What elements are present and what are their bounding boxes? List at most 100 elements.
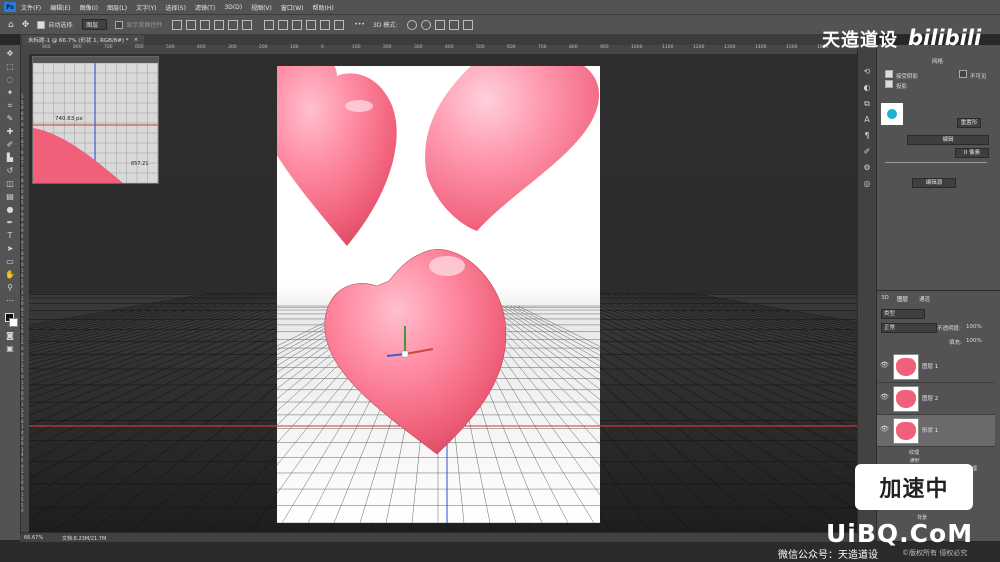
history-icon[interactable]: ⟲ xyxy=(862,67,872,77)
depth-value-field[interactable]: 0 像素 xyxy=(955,148,989,158)
edit-source-button[interactable]: 编辑源 xyxy=(912,178,956,188)
brush-settings-icon[interactable]: ✐ xyxy=(862,147,872,157)
eraser-tool-icon[interactable]: ◫ xyxy=(5,179,15,188)
ruler-tick-label: 0 xyxy=(21,480,24,486)
auto-select-checkbox[interactable]: 自动选择: xyxy=(37,20,74,29)
ruler-tick-label: 1 xyxy=(21,245,24,251)
layer-row[interactable]: 👁 图层 2 xyxy=(877,383,995,415)
eye-icon[interactable]: 👁 xyxy=(880,361,889,369)
layer-row[interactable]: 👁 图层 1 xyxy=(877,351,995,383)
tab-3d[interactable]: 3D xyxy=(881,295,889,301)
lasso-tool-icon[interactable]: ◌ xyxy=(5,75,15,84)
menu-3d[interactable]: 3D(D) xyxy=(224,4,242,11)
home-icon[interactable]: ⌂ xyxy=(8,20,14,30)
move-tool-icon[interactable]: ✥ xyxy=(22,20,30,30)
shape-preview[interactable] xyxy=(881,103,903,125)
eye-icon[interactable]: 👁 xyxy=(880,425,889,433)
navigator-preview[interactable]: 740.63 px 657.21 xyxy=(32,56,159,184)
gradient-tool-icon[interactable]: ▤ xyxy=(5,192,15,201)
screen-mode-icon[interactable]: ▣ xyxy=(5,344,15,353)
tab-layers[interactable]: 图层 xyxy=(897,295,908,303)
ruler-tick-label: 0 xyxy=(21,222,24,228)
layer-name[interactable]: 图层 2 xyxy=(922,394,938,402)
adjustments-icon[interactable]: ◐ xyxy=(862,83,872,93)
opacity-value[interactable]: 100% xyxy=(966,324,982,330)
ruler-tick-label: 700 xyxy=(104,45,113,50)
depth-slider[interactable] xyxy=(885,162,987,163)
cast-shadow-checkbox[interactable]: 投影 xyxy=(885,80,907,90)
eyedropper-icon[interactable]: ✎ xyxy=(5,114,15,123)
zoom-level[interactable]: 66.67% xyxy=(24,535,43,541)
healing-brush-icon[interactable]: ✚ xyxy=(5,127,15,136)
layer-name[interactable]: 图层 1 xyxy=(922,362,938,370)
ruler-tick-label: 100 xyxy=(290,45,299,50)
layer-kind-filter[interactable]: 类型 xyxy=(881,309,925,319)
menu-image[interactable]: 图像(I) xyxy=(80,3,98,12)
path-select-icon[interactable]: ➤ xyxy=(5,244,15,253)
layer-comps-icon[interactable]: ⧉ xyxy=(862,99,872,109)
photoshop-logo[interactable]: Ps xyxy=(4,2,16,12)
document-tab[interactable]: 未标题-1 @ 66.7% (形状 1, RGB/8#) * × xyxy=(22,35,145,45)
menu-file[interactable]: 文件(F) xyxy=(21,3,41,12)
menu-edit[interactable]: 编辑(E) xyxy=(50,3,70,12)
type-tool-icon[interactable]: T xyxy=(5,231,15,240)
ruler-tick-label: 400 xyxy=(445,45,454,50)
history-brush-icon[interactable]: ↺ xyxy=(5,166,15,175)
ruler-tick-label: 5 xyxy=(21,99,24,105)
eye-icon[interactable]: 👁 xyxy=(880,393,889,401)
brush-tool-icon[interactable]: ✐ xyxy=(5,140,15,149)
paragraph-icon[interactable]: ¶ xyxy=(862,131,872,141)
ruler-tick-label: 0 xyxy=(21,138,24,144)
marquee-tool-icon[interactable]: ⬚ xyxy=(5,62,15,71)
menu-filter[interactable]: 滤镜(T) xyxy=(195,3,215,12)
sublayer-diffuse[interactable]: 漫射 xyxy=(909,457,919,464)
blend-mode-dropdown[interactable]: 正常 xyxy=(881,323,937,333)
quick-mask-icon[interactable]: ◙ xyxy=(5,331,15,340)
distribute-buttons[interactable] xyxy=(262,19,346,30)
layer-row-selected[interactable]: 👁 形状 1 xyxy=(877,415,995,447)
tab-channels[interactable]: 通道 xyxy=(919,295,930,303)
menu-help[interactable]: 帮助(H) xyxy=(313,3,334,12)
menu-select[interactable]: 选择(S) xyxy=(165,3,186,12)
deformation-dropdown[interactable]: 编辑 xyxy=(907,135,989,145)
pen-tool-icon[interactable]: ✒ xyxy=(5,218,15,227)
menu-window[interactable]: 窗口(W) xyxy=(281,3,304,12)
ruler-tick-label: 0 xyxy=(21,183,24,189)
tool-presets-icon[interactable]: ⚙ xyxy=(862,163,872,173)
show-transform-checkbox[interactable]: 显示变换控件 xyxy=(115,20,162,29)
reset-button[interactable]: 重置形 xyxy=(957,118,981,128)
menu-layer[interactable]: 图层(L) xyxy=(107,3,127,12)
invisible-checkbox[interactable]: 不可见 xyxy=(959,70,987,80)
stamp-tool-icon[interactable]: ▙ xyxy=(5,153,15,162)
layer-name[interactable]: 形状 1 xyxy=(922,426,938,434)
magic-wand-icon[interactable]: ✦ xyxy=(5,88,15,97)
3d-materials-icon[interactable]: ◎ xyxy=(862,179,872,189)
hand-tool-icon[interactable]: ✋ xyxy=(5,270,15,279)
align-buttons[interactable] xyxy=(170,19,254,30)
auto-select-dropdown[interactable]: 图层 xyxy=(82,19,108,30)
background-color-swatch[interactable] xyxy=(9,318,18,327)
ruler-tick-label: 200 xyxy=(259,45,268,50)
bilibili-logo: bilibili xyxy=(908,26,982,50)
dodge-tool-icon[interactable]: ● xyxy=(5,205,15,214)
document-canvas[interactable] xyxy=(277,66,600,523)
menu-view[interactable]: 视图(V) xyxy=(251,3,272,12)
character-icon[interactable]: A xyxy=(862,115,872,125)
fill-value[interactable]: 100% xyxy=(966,338,982,344)
zoom-tool-icon[interactable]: ⚲ xyxy=(5,283,15,292)
copyright-caption: ©版权所有 侵权必究 xyxy=(902,549,968,557)
more-options-icon[interactable]: ••• xyxy=(354,21,365,28)
move-tool-icon[interactable]: ✥ xyxy=(5,49,15,58)
mesh-tab[interactable]: 网格 xyxy=(932,57,943,65)
shape-tool-icon[interactable]: ▭ xyxy=(5,257,15,266)
catch-shadow-checkbox[interactable]: 接受阴影 xyxy=(885,70,918,80)
more-tools-icon[interactable]: ⋯ xyxy=(5,296,15,305)
3d-mode-buttons[interactable] xyxy=(405,19,475,30)
fill-label: 填充: xyxy=(949,340,962,346)
ruler-tick-label: 1 xyxy=(21,357,24,363)
menu-type[interactable]: 文字(Y) xyxy=(136,3,156,12)
ruler-tick-label: 500 xyxy=(476,45,485,50)
crop-tool-icon[interactable]: ⌗ xyxy=(5,101,15,110)
close-icon[interactable]: × xyxy=(134,37,139,43)
sublayer-texture[interactable]: 纹理 xyxy=(909,449,919,456)
